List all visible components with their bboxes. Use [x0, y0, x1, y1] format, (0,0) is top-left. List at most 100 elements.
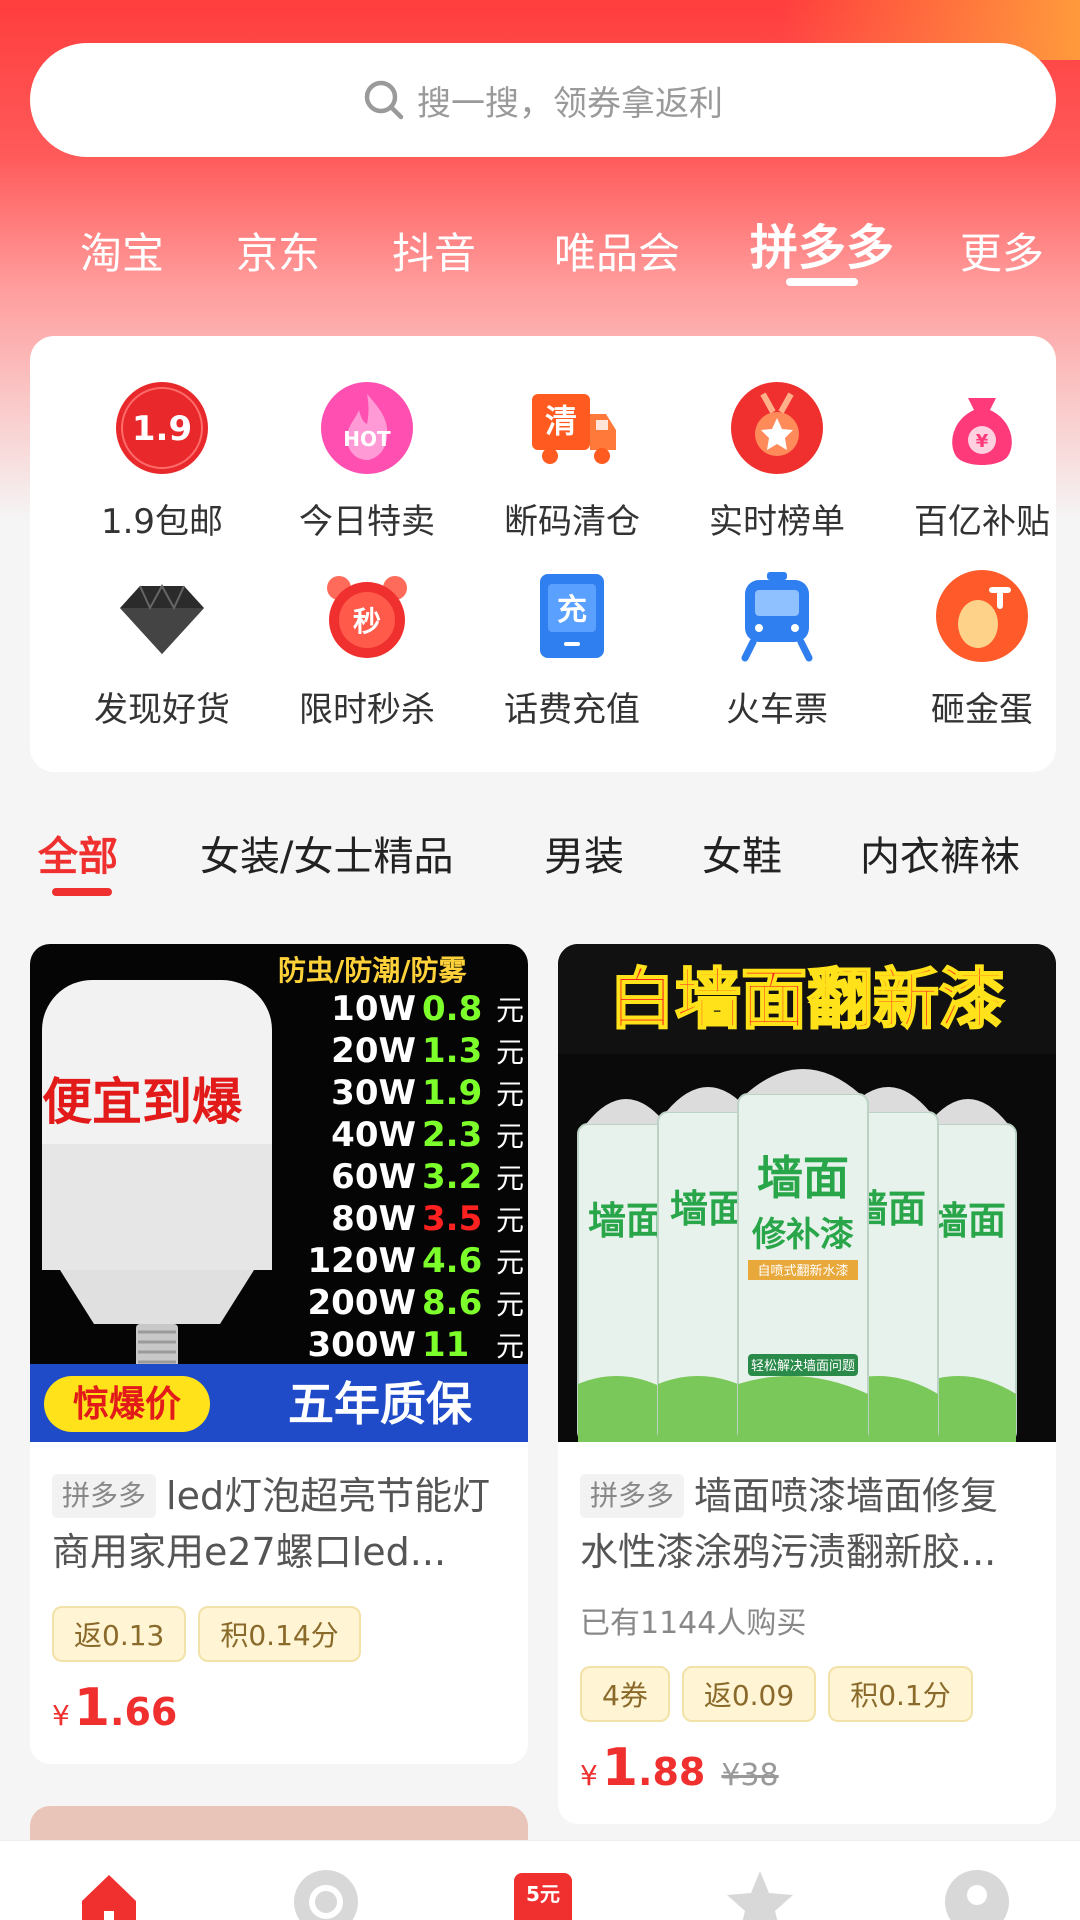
quick-entry-today-sale[interactable]: HOT 今日特卖	[267, 380, 467, 543]
quick-entry-clearance[interactable]: 清 断码清仓	[472, 380, 672, 543]
quick-entry-label: 发现好货	[94, 690, 230, 730]
golden-egg-icon	[936, 570, 1028, 662]
home-icon[interactable]	[74, 1867, 144, 1920]
price-value: 0.8	[422, 989, 482, 1029]
category-tab-mens-clothing[interactable]: 男装	[544, 824, 624, 882]
category-tab-all[interactable]: 全部	[38, 824, 118, 882]
spray-cans: 墙面 墙面墙面 墙面墙面修补漆自喷式翻新水漆轻松解决墙面问题	[577, 1069, 1017, 1442]
unit-label: 元	[496, 1288, 524, 1321]
price-value: 8.6	[422, 1283, 482, 1323]
wattage-label: 300W	[308, 1325, 416, 1365]
can-label-line2: 修补漆	[751, 1215, 854, 1255]
quick-entry-discover[interactable]: 发现好货	[62, 568, 262, 731]
unit-label: 元	[496, 1036, 524, 1069]
svg-text:5元: 5元	[526, 1882, 560, 1906]
train-icon	[741, 572, 813, 662]
badge-1.9-icon: 1.9	[116, 382, 208, 474]
quick-entry-golden-egg[interactable]: 砸金蛋	[882, 568, 1080, 731]
tab-douyin[interactable]: 抖音	[392, 220, 476, 281]
medal-icon	[731, 382, 823, 474]
tab-taobao[interactable]: 淘宝	[80, 220, 164, 281]
wattage-label: 30W	[331, 1073, 416, 1113]
wattage-label: 10W	[331, 989, 416, 1029]
category-tab-womens-shoes[interactable]: 女鞋	[702, 824, 782, 882]
quick-entry-1-9-free-shipping[interactable]: 1.9 1.9包邮	[62, 380, 262, 543]
bottom-tab-bar: 5元	[0, 1840, 1080, 1920]
price-row: ¥ 1 .66	[30, 1662, 528, 1738]
quick-entry-label: 火车票	[726, 690, 828, 730]
tab-pinduoduo[interactable]: 拼多多	[750, 208, 894, 278]
clearance-truck-icon: 清	[532, 394, 616, 464]
product-image: 白墙面翻新漆 墙面 墙面墙面 墙面墙面修补漆自喷式翻新水漆轻松解决墙面问题	[558, 944, 1056, 1442]
price-integer: 1	[73, 1678, 111, 1738]
platform-tab-indicator	[786, 278, 858, 286]
category-tab-underwear[interactable]: 内衣裤袜	[860, 824, 1020, 882]
quick-entry-label: 今日特卖	[299, 502, 435, 542]
quick-entry-label: 1.9包邮	[100, 502, 224, 542]
price-decimal: .66	[110, 1690, 178, 1734]
search-bar[interactable]: 搜一搜，领券拿返利	[30, 43, 1056, 157]
product-title: 拼多多 墙面喷漆墙面修复水性漆涂鸦污渍翻新胶...	[558, 1442, 1056, 1582]
hot-flame-icon: HOT	[321, 382, 413, 474]
price-value: 11	[422, 1325, 469, 1365]
price-value: 1.9	[422, 1073, 482, 1113]
can-label-line1: 墙面	[588, 1199, 664, 1243]
wattage-label: 40W	[331, 1115, 416, 1155]
svg-text:充: 充	[557, 593, 587, 628]
star-icon[interactable]	[725, 1867, 795, 1920]
platform-tabs: 淘宝 京东 抖音 唯品会 拼多多 更多	[0, 200, 1080, 290]
svg-text:1.9: 1.9	[132, 409, 192, 449]
wattage-label: 120W	[308, 1241, 416, 1281]
tab-vip[interactable]: 唯品会	[554, 220, 680, 281]
svg-text:¥: ¥	[976, 431, 989, 452]
unit-label: 元	[496, 1246, 524, 1279]
money-bag-icon: ¥	[952, 398, 1012, 465]
coupon-chip: 4券	[580, 1666, 670, 1722]
unit-label: 元	[496, 1204, 524, 1237]
price-value: 4.6	[422, 1241, 482, 1281]
profile-icon[interactable]	[942, 1867, 1012, 1920]
phone-recharge-icon: 充	[540, 574, 604, 658]
tab-jingdong[interactable]: 京东	[236, 220, 320, 281]
quick-entry-recharge[interactable]: 充 话费充值	[472, 568, 672, 731]
category-tab-indicator	[52, 888, 112, 896]
product-card[interactable]: 便宜到爆 防虫/防潮/防雾 10W 0.8 元 20W 1.3 元 30W 1.9 元 40W 2.…	[30, 944, 528, 1764]
quick-entry-label: 百亿补贴	[914, 502, 1050, 542]
quick-entry-label: 话费充值	[504, 690, 640, 730]
wattage-label: 60W	[331, 1157, 416, 1197]
svg-text:便宜到爆: 便宜到爆	[42, 1073, 243, 1131]
search-icon	[364, 80, 404, 120]
discover-icon[interactable]	[291, 1867, 361, 1920]
wattage-label: 80W	[331, 1199, 416, 1239]
quick-entry-ranking[interactable]: 实时榜单	[677, 380, 877, 543]
unit-label: 元	[496, 1330, 524, 1363]
can-sub-text: 自喷式翻新水漆	[757, 1263, 848, 1279]
rebate-chip: 返0.13	[52, 1606, 187, 1662]
product-card[interactable]: 白墙面翻新漆 墙面 墙面 墙面 墙面 墙面 修补漆 自喷式翻新水漆 轻松解决墙面问题 拼多多墙…	[558, 944, 1056, 1824]
product-image: 便宜到爆 防虫/防潮/防雾 10W 0.8 元 20W 1.3 元 30W 1.9 元 40W 2.…	[30, 944, 528, 1442]
tab-more[interactable]: 更多	[960, 220, 1044, 281]
source-tag: 拼多多	[52, 1474, 157, 1518]
sold-count: 已有1144人购买	[580, 1606, 807, 1641]
quick-entry-subsidy[interactable]: ¥ 百亿补贴	[882, 380, 1080, 543]
category-tabs: 全部 女装/女士精品 男装 女鞋 内衣裤袜	[0, 800, 1080, 910]
svg-text:秒: 秒	[353, 605, 381, 638]
svg-text:清: 清	[545, 402, 577, 440]
chip-row: 返0.13 积0.14分	[30, 1582, 528, 1662]
price-decimal: .88	[638, 1750, 706, 1794]
price-value: 3.5	[422, 1199, 482, 1239]
quick-entry-label: 断码清仓	[504, 502, 640, 542]
svg-text:惊爆价: 惊爆价	[73, 1384, 181, 1425]
category-tab-womens-clothing[interactable]: 女装/女士精品	[200, 824, 453, 882]
quick-entry-flash-sale[interactable]: 秒 限时秒杀	[267, 568, 467, 731]
price-value: 1.3	[422, 1031, 482, 1071]
svg-text:五年质保: 五年质保	[288, 1377, 473, 1431]
rebate-chip: 返0.09	[681, 1666, 817, 1722]
can-label-line1: 墙面	[670, 1187, 746, 1231]
quick-entry-label: 限时秒杀	[299, 690, 435, 730]
quick-entry-train-ticket[interactable]: 火车票	[677, 568, 877, 731]
five-yuan-icon[interactable]: 5元	[508, 1867, 578, 1920]
quick-entry-card: 1.9 1.9包邮 HOT 今日特卖 清 断码清仓 实时榜单 ¥ 百亿补贴 发现…	[30, 336, 1056, 772]
unit-label: 元	[496, 1078, 524, 1111]
svg-text:白墙面翻新漆: 白墙面翻新漆	[609, 961, 1005, 1038]
